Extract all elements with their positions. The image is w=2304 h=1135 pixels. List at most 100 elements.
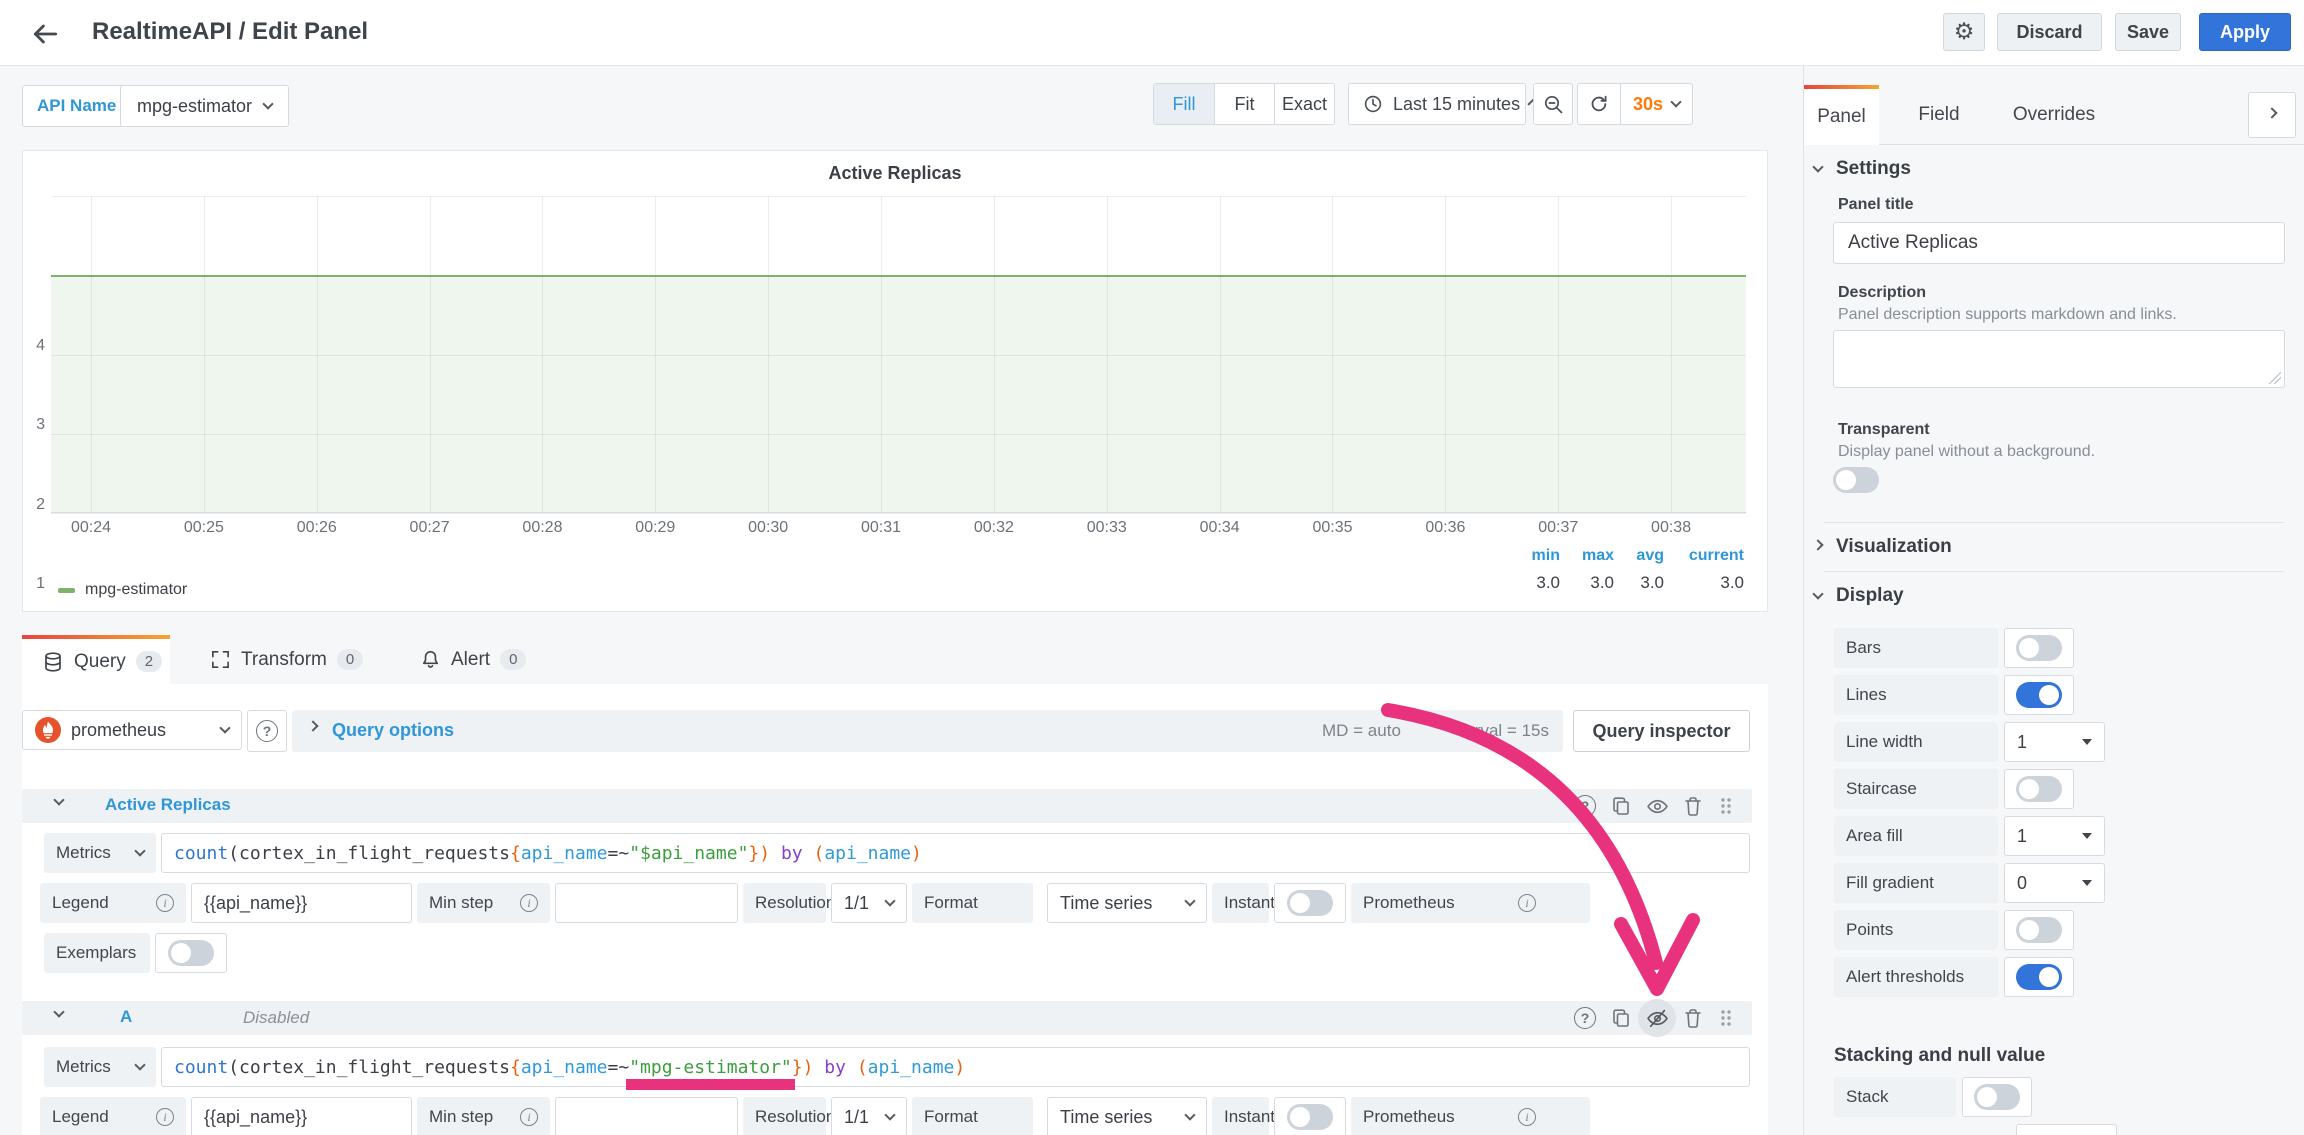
datasource-help-button[interactable]: ? xyxy=(247,710,287,752)
delete-query-button[interactable] xyxy=(1681,794,1705,818)
sidebar-tab-overrides[interactable]: Overrides xyxy=(1999,85,2109,145)
format-select[interactable]: Time series xyxy=(1047,883,1207,923)
query-expression-input[interactable]: count(cortex_in_flight_requests{api_name… xyxy=(161,1047,1750,1090)
x-tick-label: 00:35 xyxy=(1312,519,1353,536)
tab-query[interactable]: Query 2 xyxy=(22,635,170,684)
apply-button[interactable]: Apply xyxy=(2199,13,2291,51)
display-section-header[interactable]: Display xyxy=(1812,585,1904,607)
chevron-down-icon xyxy=(1184,895,1196,907)
time-range-picker[interactable]: Last 15 minutes xyxy=(1348,83,1535,125)
min-step-input[interactable] xyxy=(555,1097,738,1135)
x-tick-label: 00:30 xyxy=(748,519,789,536)
query-help-button[interactable]: ? xyxy=(1573,794,1597,818)
staircase-toggle[interactable] xyxy=(2004,769,2074,809)
query-row-header[interactable]: Active Replicas ? xyxy=(22,789,1752,823)
sidebar-tab-field[interactable]: Field xyxy=(1899,85,1979,145)
instant-toggle[interactable] xyxy=(1274,883,1346,923)
duplicate-query-button[interactable] xyxy=(1609,1006,1633,1030)
legend-swatch xyxy=(58,587,75,593)
alert-thresholds-toggle[interactable] xyxy=(2004,957,2074,997)
instant-toggle[interactable] xyxy=(1274,1097,1346,1135)
null-value-select[interactable] xyxy=(2016,1124,2117,1135)
stat-header-max[interactable]: max xyxy=(1560,547,1614,565)
description-textarea[interactable] xyxy=(1833,330,2285,388)
stat-header-avg[interactable]: avg xyxy=(1614,547,1664,565)
fill-gradient-select[interactable]: 0 xyxy=(2004,863,2105,903)
legend-input[interactable]: {{api_name}} xyxy=(191,1097,412,1135)
drag-handle[interactable] xyxy=(1714,1006,1738,1030)
stat-header-current[interactable]: current xyxy=(1664,547,1744,565)
display-mode-exact[interactable]: Exact xyxy=(1274,84,1334,124)
transparent-toggle[interactable] xyxy=(1833,467,1879,493)
back-button[interactable] xyxy=(28,17,62,51)
legend-input[interactable]: {{api_name}} xyxy=(191,883,412,923)
interval-text: terval = 15s xyxy=(1460,721,1549,740)
delete-query-button[interactable] xyxy=(1681,1006,1705,1030)
discard-button[interactable]: Discard xyxy=(1997,13,2102,51)
query-title[interactable]: Active Replicas xyxy=(105,795,231,815)
gear-icon: ⚙ xyxy=(1953,18,1975,45)
resize-handle-icon[interactable] xyxy=(2268,371,2281,384)
query-help-button[interactable]: ? xyxy=(1573,1006,1597,1030)
query-title[interactable]: A xyxy=(120,1007,132,1027)
x-tick-label: 00:33 xyxy=(1086,519,1127,536)
v-gridline xyxy=(768,196,770,513)
chevron-down-icon xyxy=(1670,96,1682,108)
info-icon: i xyxy=(1518,894,1536,912)
bell-icon xyxy=(420,649,441,670)
tab-query-badge: 2 xyxy=(135,651,163,672)
refresh-interval-dropdown[interactable]: 30s xyxy=(1620,83,1692,125)
resolution-select[interactable]: 1/1 xyxy=(831,883,907,923)
v-gridline xyxy=(203,196,205,513)
tab-transform[interactable]: Transform 0 xyxy=(190,635,383,684)
chevron-down-icon xyxy=(53,794,65,806)
legend[interactable]: mpg-estimator xyxy=(58,581,187,599)
chevron-down-icon xyxy=(1812,161,1824,173)
line-width-select[interactable]: 1 xyxy=(2004,722,2105,762)
sidebar-tab-panel[interactable]: Panel xyxy=(1804,85,1879,145)
min-step-input[interactable] xyxy=(555,883,738,923)
stat-header-min[interactable]: min xyxy=(1508,547,1560,565)
save-button[interactable]: Save xyxy=(2115,13,2181,51)
query-row-header[interactable]: A Disabled ? xyxy=(22,999,1752,1037)
display-mode-fit[interactable]: Fit xyxy=(1214,84,1274,124)
zoom-out-button[interactable] xyxy=(1533,83,1573,125)
fill-gradient-label: Fill gradient xyxy=(1834,863,1998,903)
tab-transform-label: Transform xyxy=(241,648,327,670)
stat-value-current: 3.0 xyxy=(1720,573,1744,592)
stack-toggle[interactable] xyxy=(1962,1077,2032,1117)
points-toggle[interactable] xyxy=(2004,910,2074,950)
area-fill-select[interactable]: 1 xyxy=(2004,816,2105,856)
query-options-toggle[interactable]: Query options xyxy=(332,720,454,741)
duplicate-query-button[interactable] xyxy=(1609,794,1633,818)
chevron-right-icon xyxy=(1812,539,1824,551)
query-expression-input[interactable]: count(cortex_in_flight_requests{api_name… xyxy=(161,833,1750,873)
toggle-query-visibility-button[interactable] xyxy=(1645,1006,1669,1030)
datasource-select[interactable]: prometheus xyxy=(22,710,242,750)
metrics-dropdown[interactable]: Metrics xyxy=(44,1047,156,1087)
collapse-sidebar-button[interactable] xyxy=(2248,92,2296,138)
drag-handle[interactable] xyxy=(1714,794,1738,818)
tab-alert-label: Alert xyxy=(451,648,491,670)
query-inspector-button[interactable]: Query inspector xyxy=(1573,710,1750,752)
resolution-select[interactable]: 1/1 xyxy=(831,1097,907,1135)
bars-toggle[interactable] xyxy=(2004,628,2074,668)
variable-value-dropdown[interactable]: mpg-estimator xyxy=(120,85,290,127)
toggle-query-visibility-button[interactable] xyxy=(1645,794,1669,818)
tab-alert[interactable]: Alert 0 xyxy=(400,635,546,684)
exemplars-toggle[interactable] xyxy=(155,933,227,973)
stat-value-max: 3.0 xyxy=(1590,573,1614,592)
panel-settings-button[interactable]: ⚙ xyxy=(1943,13,1985,51)
visualization-section-header[interactable]: Visualization xyxy=(1812,536,1952,558)
resolution-label: Resolution xyxy=(743,1097,835,1135)
display-mode-fill[interactable]: Fill xyxy=(1154,84,1214,124)
help-icon: ? xyxy=(256,720,278,742)
lines-toggle[interactable] xyxy=(2004,675,2074,715)
panel-title-input[interactable]: Active Replicas xyxy=(1833,222,2285,264)
plot-area[interactable] xyxy=(51,196,1746,514)
settings-section-header[interactable]: Settings xyxy=(1812,158,1911,180)
chevron-down-icon xyxy=(884,895,896,907)
refresh-button[interactable] xyxy=(1578,94,1620,114)
format-select[interactable]: Time series xyxy=(1047,1097,1207,1135)
metrics-dropdown[interactable]: Metrics xyxy=(44,833,156,873)
